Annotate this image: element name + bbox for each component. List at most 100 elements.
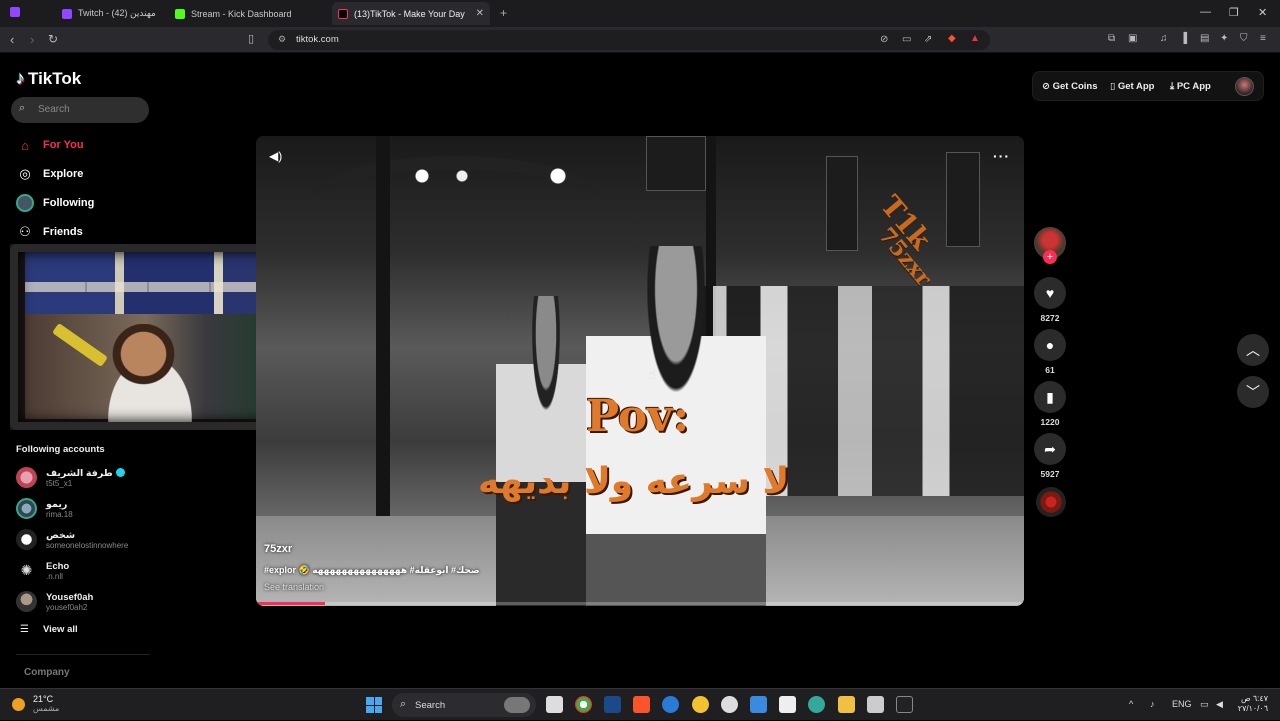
more-options-icon[interactable]: ··· [993, 148, 1010, 164]
twitch-icon [62, 8, 72, 19]
share-button[interactable]: ➦ [1034, 433, 1066, 465]
file-explorer-icon[interactable] [838, 696, 855, 713]
settings-icon[interactable] [721, 696, 738, 713]
reload-icon[interactable]: ↻ [48, 32, 58, 46]
language-indicator[interactable]: ENG [1172, 699, 1192, 709]
account-item[interactable]: ريمو rima.18 [16, 498, 73, 519]
view-all-link[interactable]: ☰ View all [20, 624, 78, 635]
avatar [16, 467, 37, 488]
video-progress-bar[interactable] [256, 602, 1024, 605]
video-person-left [496, 296, 596, 606]
tab-tiktok[interactable]: (13)TikTok - Make Your Day ✕ [332, 2, 490, 25]
address-bar[interactable]: ⚙ tiktok.com ⊘ ▭ ⇗ ◆ ▲ [268, 30, 990, 50]
save-button[interactable]: ▮ [1034, 381, 1066, 413]
browser-toolbar: ‹ › ↻ ▯ ⚙ tiktok.com ⊘ ▭ ⇗ ◆ ▲ ⧉ ▣ ♫ ▐ ▤… [0, 27, 1280, 53]
comment-button[interactable]: ● [1034, 329, 1066, 361]
video-author[interactable]: 75zxr [264, 543, 292, 555]
weather-widget[interactable]: 21°C مشمس [12, 694, 59, 714]
tiktok-note-icon: ♪ [16, 68, 25, 88]
chevron-up-icon[interactable]: ^ [1129, 699, 1133, 709]
volume-icon[interactable]: ◀) [269, 149, 282, 163]
profile-avatar[interactable] [1235, 77, 1254, 96]
clock-time: ٦:٤٧ ص [1240, 694, 1268, 703]
like-button[interactable]: ♥ [1034, 277, 1066, 309]
video-player[interactable]: T1k 75zxr Pov: لا سرعه ولا بديهه ☝ ◀) ··… [256, 136, 1024, 606]
music-disc[interactable] [1036, 487, 1066, 517]
nav-following[interactable]: Following [16, 194, 94, 212]
following-avatar-icon [16, 194, 34, 212]
whatsapp-icon[interactable] [692, 696, 709, 713]
store-icon[interactable] [867, 696, 884, 713]
site-info-icon[interactable]: ⚙ [278, 34, 286, 45]
get-coins-button[interactable]: ⊘ Get Coins [1042, 81, 1097, 92]
leo-ai-icon[interactable]: ✦ [1220, 33, 1228, 44]
wallet-icon[interactable]: ▣ [1128, 33, 1137, 44]
capcut-icon[interactable] [779, 696, 796, 713]
nav-friends[interactable]: ⚇ Friends [16, 223, 83, 241]
music-icon[interactable]: ♫ [1160, 33, 1168, 44]
cast-icon[interactable]: ⊘ [880, 34, 888, 45]
nav-explore[interactable]: ◎ Explore [16, 165, 83, 183]
clock[interactable]: ٦:٤٧ ص ٢٧/١٠/٠٦ [1232, 694, 1268, 714]
follow-plus-icon[interactable]: + [1043, 250, 1057, 264]
menu-icon[interactable]: ≡ [1260, 33, 1266, 44]
bookmark-icon: ▮ [1046, 388, 1054, 405]
taskbar-search[interactable]: ⌕ Search [392, 693, 536, 717]
minimize-icon[interactable]: — [1200, 6, 1211, 18]
avatar [16, 591, 37, 612]
sidebar-divider [16, 654, 150, 655]
close-icon[interactable]: ✕ [476, 8, 484, 19]
pip-icon[interactable]: ▭ [902, 34, 911, 45]
nav-for-you[interactable]: ⌂ For You [16, 136, 83, 154]
extensions-icon[interactable]: ⧉ [1108, 33, 1115, 44]
tiktok-logo[interactable]: ♪ TikTok [16, 68, 81, 89]
microphone-icon[interactable]: ♪ [1150, 699, 1155, 709]
bookmark-icon[interactable]: ▯ [248, 32, 254, 45]
tab-kick[interactable]: Stream - Kick Dashboard [175, 2, 292, 25]
restore-icon[interactable]: ❐ [1229, 6, 1239, 19]
edge-icon[interactable] [662, 696, 679, 713]
nav-label: Following [43, 197, 95, 209]
get-app-button[interactable]: ▯ Get App [1110, 81, 1154, 92]
see-translation-link[interactable]: See translation [264, 582, 324, 592]
pc-app-button[interactable]: ⤓ PC App [1170, 81, 1211, 92]
account-item[interactable]: Yousef0ah yousef0ah2 [16, 591, 93, 612]
forward-icon[interactable]: › [30, 32, 34, 47]
video-banner [826, 156, 858, 251]
chrome-icon[interactable] [575, 696, 592, 713]
account-item[interactable]: ✺ Echo .n.nll [16, 560, 69, 581]
start-button[interactable] [366, 697, 382, 713]
home-icon: ⌂ [21, 137, 29, 153]
share-icon[interactable]: ⇗ [924, 34, 932, 45]
account-handle: someonelostinnowhere [46, 540, 129, 550]
previous-video-button[interactable]: ︿ [1237, 334, 1269, 366]
back-icon[interactable]: ‹ [10, 32, 14, 47]
vpn-icon[interactable]: ⛉ [1240, 33, 1248, 44]
app-icon[interactable] [750, 696, 767, 713]
network-icon[interactable]: ▭ [1200, 699, 1209, 710]
speaker-icon[interactable]: ◀ [1216, 699, 1223, 710]
account-item[interactable]: طرفة الشريف t5t5_x1 [16, 467, 125, 488]
brave-shield-icon[interactable]: ◆ [948, 33, 956, 44]
close-window-icon[interactable]: ✕ [1258, 6, 1267, 19]
next-video-button[interactable]: ﹀ [1237, 376, 1269, 408]
chevron-down-icon: ﹀ [1246, 384, 1260, 400]
app2-icon[interactable] [808, 696, 825, 713]
wallet2-icon[interactable]: ▤ [1200, 33, 1209, 44]
brave-icon[interactable] [633, 696, 650, 713]
sidebar-icon[interactable]: ▐ [1180, 33, 1187, 44]
brave-menu-icon[interactable] [10, 7, 20, 17]
search-input[interactable]: ⌕ Search [11, 97, 149, 123]
brave-rewards-icon[interactable]: ▲ [970, 33, 980, 44]
company-link[interactable]: Company [24, 667, 70, 678]
video-caption[interactable]: #explor 🤣 ضحك# ابوعقله# هههههههههههههههه [264, 565, 480, 576]
epic-games-icon[interactable] [896, 696, 913, 713]
steam-icon[interactable] [604, 696, 621, 713]
account-item[interactable]: شخص someonelostinnowhere [16, 529, 128, 550]
url-text: tiktok.com [296, 34, 339, 45]
tab-label: (13)TikTok - Make Your Day [354, 8, 465, 19]
account-name: شخص [46, 529, 76, 541]
tab-twitch[interactable]: Twitch - مهندين (42) [62, 2, 156, 25]
task-view-icon[interactable] [546, 696, 563, 713]
new-tab-button[interactable]: + [500, 6, 507, 20]
